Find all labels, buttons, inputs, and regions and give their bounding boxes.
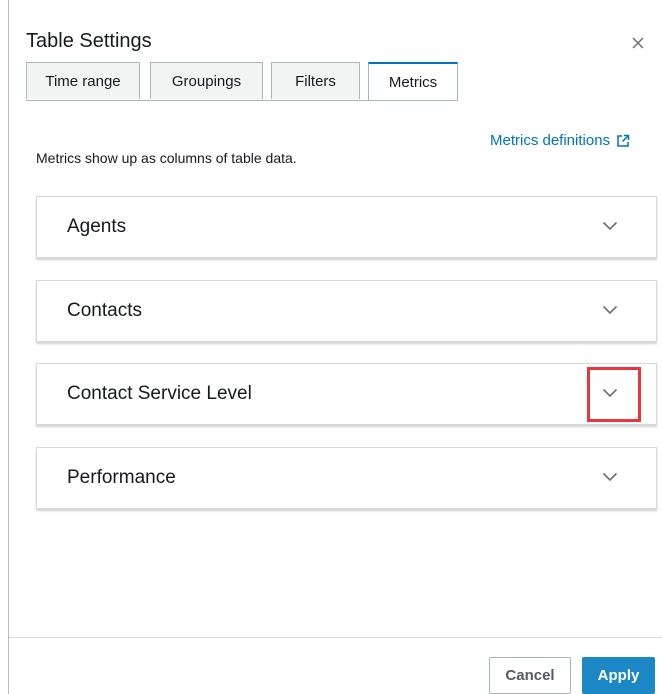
apply-button[interactable]: Apply: [582, 657, 655, 694]
tab-filters[interactable]: Filters: [271, 62, 360, 99]
tab-groupings[interactable]: Groupings: [150, 62, 263, 99]
metrics-definitions-link[interactable]: Metrics definitions: [490, 132, 630, 149]
close-icon[interactable]: [631, 36, 645, 50]
section-contact-service-level[interactable]: Contact Service Level: [36, 363, 657, 425]
dialog-title: Table Settings: [26, 30, 152, 52]
section-performance[interactable]: Performance: [36, 447, 657, 509]
metrics-definitions-label: Metrics definitions: [490, 132, 611, 149]
tab-time-range[interactable]: Time range: [26, 62, 140, 99]
table-settings-dialog: Table Settings Time range Groupings Filt…: [8, 0, 662, 694]
footer-divider: [9, 637, 662, 638]
metrics-description: Metrics show up as columns of table data…: [36, 150, 297, 166]
tabs-bar: Time range Groupings Filters Metrics: [26, 62, 458, 101]
chevron-down-icon[interactable]: [602, 305, 618, 315]
external-link-icon: [617, 134, 630, 147]
cancel-button[interactable]: Cancel: [489, 657, 571, 694]
section-label: Contacts: [67, 300, 142, 321]
chevron-down-icon[interactable]: [602, 472, 618, 482]
section-contacts[interactable]: Contacts: [36, 280, 657, 342]
chevron-down-icon[interactable]: [602, 388, 618, 398]
section-agents[interactable]: Agents: [36, 196, 657, 258]
section-label: Agents: [67, 216, 127, 237]
chevron-down-icon[interactable]: [602, 221, 618, 231]
section-label: Performance: [67, 467, 176, 488]
tab-metrics[interactable]: Metrics: [368, 62, 458, 100]
section-label: Contact Service Level: [67, 383, 252, 404]
